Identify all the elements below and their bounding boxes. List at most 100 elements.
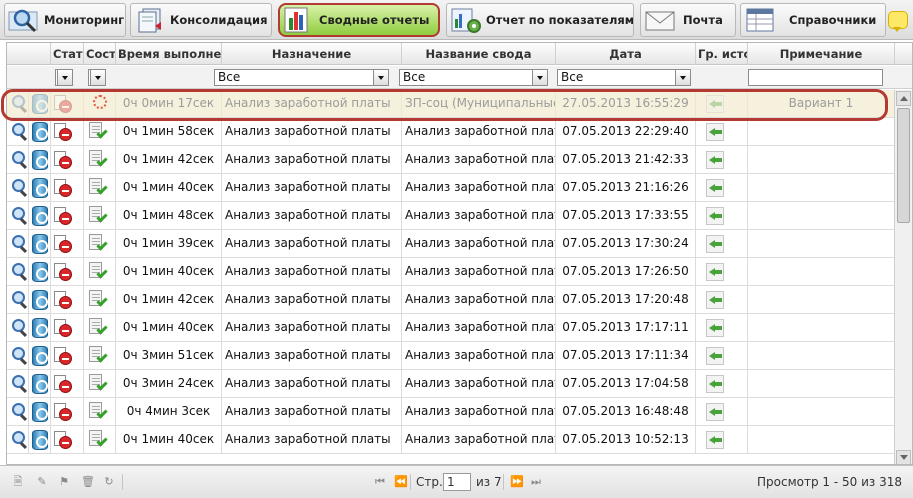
table-row[interactable]: 0ч 1мин 42сек Анализ заработной платы Анал…: [7, 146, 895, 174]
delete-report-icon[interactable]: [54, 151, 72, 169]
back-arrow-icon[interactable]: [706, 179, 724, 197]
database-icon[interactable]: [32, 402, 48, 422]
database-icon[interactable]: [32, 374, 48, 394]
next-page-icon[interactable]: ⏩: [510, 476, 524, 488]
delete-report-icon[interactable]: [54, 319, 72, 337]
back-arrow-icon[interactable]: [706, 235, 724, 253]
view-magnifier-icon[interactable]: [10, 290, 28, 310]
view-magnifier-icon[interactable]: [10, 178, 28, 198]
view-magnifier-icon[interactable]: [10, 206, 28, 226]
view-magnifier-icon[interactable]: [10, 318, 28, 338]
database-icon[interactable]: [32, 150, 48, 170]
refresh-icon[interactable]: ↻: [103, 476, 115, 488]
delete-report-icon[interactable]: [54, 207, 72, 225]
database-icon[interactable]: [32, 178, 48, 198]
database-icon[interactable]: [32, 430, 48, 450]
tab-monitoring[interactable]: Мониторинг: [4, 3, 126, 37]
first-page-icon[interactable]: ⏮: [374, 476, 386, 488]
table-row[interactable]: 0ч 3мин 24сек Анализ заработной платы Анал…: [7, 370, 895, 398]
view-magnifier-icon[interactable]: [10, 122, 28, 142]
column-header-exec-time[interactable]: Время выполне: [116, 43, 222, 65]
page-number-input[interactable]: 1: [443, 473, 471, 491]
database-icon[interactable]: [32, 94, 48, 114]
column-header-sources-group[interactable]: Гр. исто: [696, 43, 748, 65]
table-row[interactable]: 0ч 1мин 48сек Анализ заработной платы Анал…: [7, 202, 895, 230]
back-arrow-icon[interactable]: [706, 319, 724, 337]
back-arrow-icon[interactable]: [706, 207, 724, 225]
database-icon[interactable]: [32, 122, 48, 142]
delete-report-icon[interactable]: [54, 263, 72, 281]
edit-pencil-icon[interactable]: ✎: [36, 476, 48, 488]
view-magnifier-icon[interactable]: [10, 430, 28, 450]
table-row[interactable]: 0ч 1мин 42сек Анализ заработной платы Анал…: [7, 286, 895, 314]
state-filter-select[interactable]: [88, 69, 106, 86]
back-arrow-icon[interactable]: [706, 123, 724, 141]
note-filter-input[interactable]: [748, 69, 883, 86]
table-row[interactable]: 0ч 4мин 3сек Анализ заработной платы Анали…: [7, 398, 895, 426]
trash-icon[interactable]: 🗑: [81, 476, 95, 488]
last-page-icon[interactable]: ⏭: [530, 476, 542, 488]
delete-report-icon[interactable]: [54, 235, 72, 253]
table-row[interactable]: 0ч 3мин 51сек Анализ заработной платы Анал…: [7, 342, 895, 370]
delete-report-icon[interactable]: [54, 403, 72, 421]
delete-report-icon[interactable]: [54, 375, 72, 393]
back-arrow-icon[interactable]: [706, 431, 724, 449]
column-header-status[interactable]: Стат: [51, 43, 84, 65]
delete-report-icon[interactable]: [54, 347, 72, 365]
database-icon[interactable]: [32, 346, 48, 366]
table-row[interactable]: 0ч 1мин 58сек Анализ заработной платы Анал…: [7, 118, 895, 146]
scroll-thumb[interactable]: [897, 108, 910, 223]
column-header-date[interactable]: Дата: [556, 43, 696, 65]
purpose-filter-select[interactable]: Все: [214, 69, 389, 86]
table-row[interactable]: 0ч 1мин 40сек Анализ заработной платы Анал…: [7, 314, 895, 342]
status-filter-select[interactable]: [55, 69, 73, 86]
column-header-select[interactable]: [7, 43, 51, 65]
back-arrow-icon[interactable]: [706, 291, 724, 309]
tab-summary-reports[interactable]: Сводные отчеты: [278, 3, 440, 37]
view-magnifier-icon[interactable]: [10, 150, 28, 170]
tab-consolidation[interactable]: Консолидация: [130, 3, 272, 37]
table-row[interactable]: 0ч 0мин 17сек Анализ заработной платы ЗП-с…: [7, 90, 895, 118]
view-magnifier-icon[interactable]: [10, 374, 28, 394]
delete-report-icon[interactable]: [54, 95, 72, 113]
delete-report-icon[interactable]: [54, 123, 72, 141]
view-magnifier-icon[interactable]: [10, 94, 28, 114]
notes-speech-bubble-icon[interactable]: [888, 11, 908, 32]
back-arrow-icon[interactable]: [706, 403, 724, 421]
column-header-state[interactable]: Сост: [84, 43, 116, 65]
table-row[interactable]: 0ч 1мин 40сек Анализ заработной платы Анал…: [7, 426, 895, 454]
delete-report-icon[interactable]: [54, 179, 72, 197]
database-icon[interactable]: [32, 234, 48, 254]
column-header-note[interactable]: Примечание: [748, 43, 895, 65]
view-magnifier-icon[interactable]: [10, 346, 28, 366]
scroll-down-arrow-icon[interactable]: [896, 450, 911, 464]
database-icon[interactable]: [32, 318, 48, 338]
back-arrow-icon[interactable]: [706, 347, 724, 365]
summary-name-filter-select[interactable]: Все: [399, 69, 548, 86]
delete-report-icon[interactable]: [54, 431, 72, 449]
new-document-icon[interactable]: 🗎: [12, 476, 24, 488]
back-arrow-icon[interactable]: [706, 151, 724, 169]
grid-vertical-scrollbar[interactable]: [894, 90, 912, 464]
table-row[interactable]: 0ч 1мин 40сек Анализ заработной платы Анал…: [7, 258, 895, 286]
tab-indicators-report[interactable]: Отчет по показателям: [446, 3, 634, 37]
database-icon[interactable]: [32, 262, 48, 282]
tab-mail[interactable]: Почта: [640, 3, 736, 37]
database-icon[interactable]: [32, 206, 48, 226]
date-filter-select[interactable]: Все: [557, 69, 691, 86]
back-arrow-icon[interactable]: [706, 263, 724, 281]
column-header-summary-name[interactable]: Название свода: [402, 43, 556, 65]
view-magnifier-icon[interactable]: [10, 262, 28, 282]
table-row[interactable]: 0ч 1мин 40сек Анализ заработной платы Анал…: [7, 174, 895, 202]
flag-icon[interactable]: ⚑: [58, 476, 70, 488]
delete-report-icon[interactable]: [54, 291, 72, 309]
view-magnifier-icon[interactable]: [10, 402, 28, 422]
table-row[interactable]: 0ч 1мин 39сек Анализ заработной платы Анал…: [7, 230, 895, 258]
database-icon[interactable]: [32, 290, 48, 310]
back-arrow-icon[interactable]: [706, 95, 724, 113]
back-arrow-icon[interactable]: [706, 375, 724, 393]
view-magnifier-icon[interactable]: [10, 234, 28, 254]
column-header-purpose[interactable]: Назначение: [222, 43, 402, 65]
tab-reference-books[interactable]: Справочники: [740, 3, 886, 37]
scroll-up-arrow-icon[interactable]: [896, 91, 911, 106]
